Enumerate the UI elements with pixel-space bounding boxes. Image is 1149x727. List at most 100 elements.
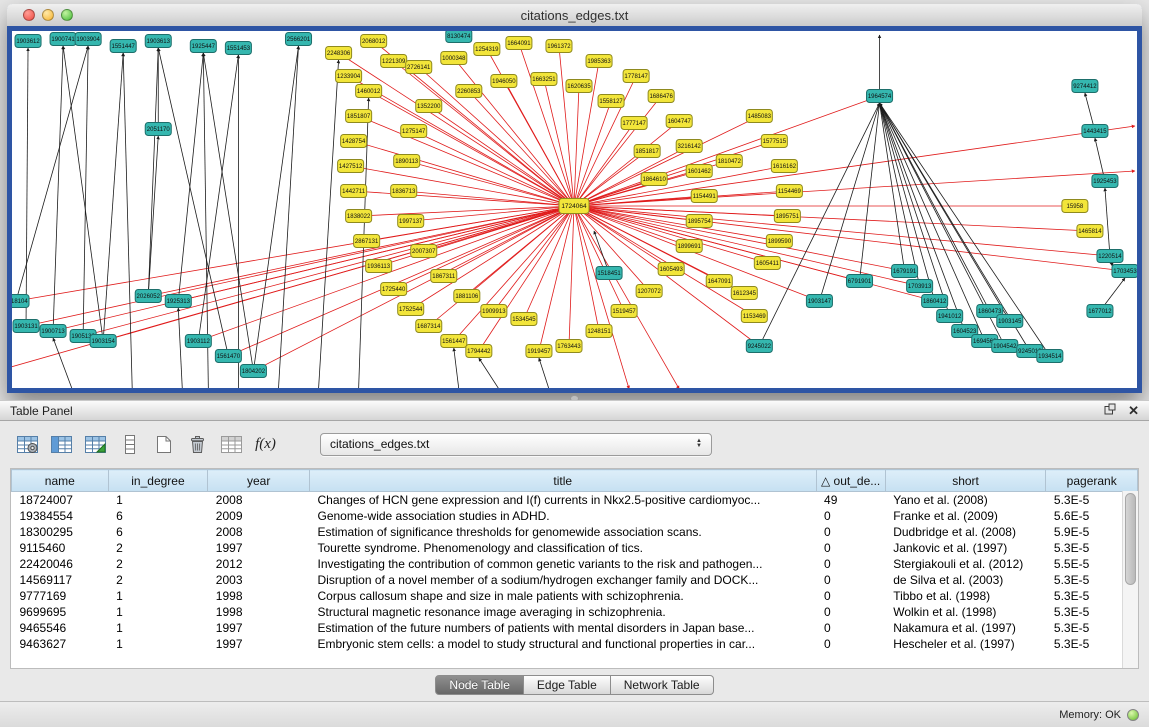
graph-node[interactable]: 1777147 bbox=[621, 117, 647, 130]
graph-node[interactable]: 1153469 bbox=[741, 310, 767, 323]
network-view-canvas[interactable]: 2248306122130927261411000348125431916640… bbox=[7, 26, 1142, 393]
graph-edge[interactable] bbox=[178, 206, 574, 301]
graph-node[interactable]: 1724064 bbox=[559, 199, 589, 214]
graph-node[interactable]: 1725440 bbox=[381, 283, 407, 296]
graph-node[interactable]: 1900741 bbox=[50, 33, 76, 46]
graph-edge[interactable] bbox=[524, 206, 574, 319]
graph-node[interactable]: 1903147 bbox=[806, 295, 832, 308]
graph-edge[interactable] bbox=[880, 103, 1050, 356]
graph-node[interactable]: 1903112 bbox=[185, 335, 211, 348]
graph-node[interactable]: 1664091 bbox=[506, 37, 532, 50]
graph-edge[interactable] bbox=[278, 46, 298, 388]
graph-node[interactable]: 1616162 bbox=[771, 160, 797, 173]
table-scrollbar[interactable] bbox=[1122, 491, 1138, 668]
graph-node[interactable]: 1561470 bbox=[215, 350, 241, 363]
graph-node[interactable]: 1860412 bbox=[922, 295, 948, 308]
graph-node[interactable]: 1925447 bbox=[190, 40, 216, 53]
column-header[interactable]: pagerank bbox=[1046, 470, 1138, 492]
graph-edge[interactable] bbox=[494, 206, 574, 311]
graph-edge[interactable] bbox=[123, 53, 132, 388]
graph-node[interactable]: 1903145 bbox=[997, 315, 1023, 328]
graph-node[interactable]: 1941012 bbox=[937, 310, 963, 323]
graph-node[interactable]: 1895751 bbox=[774, 210, 800, 223]
graph-node[interactable]: 6791901 bbox=[846, 275, 872, 288]
graph-node[interactable]: 1551453 bbox=[225, 42, 251, 55]
minimize-window-button[interactable] bbox=[42, 9, 54, 21]
graph-edge[interactable] bbox=[880, 103, 1010, 321]
graph-node[interactable]: 1154469 bbox=[776, 185, 802, 198]
graph-node[interactable]: 1275147 bbox=[401, 125, 427, 138]
graph-node[interactable]: 1763443 bbox=[556, 340, 582, 353]
graph-node[interactable]: 1604747 bbox=[666, 115, 692, 128]
graph-edge[interactable] bbox=[574, 206, 629, 388]
graph-node[interactable]: 1946050 bbox=[491, 75, 517, 88]
graph-node[interactable]: 1601462 bbox=[686, 165, 712, 178]
graph-node[interactable]: 1605411 bbox=[754, 257, 780, 270]
graph-node[interactable]: 2026052 bbox=[135, 290, 161, 303]
graph-node[interactable]: 1248151 bbox=[586, 325, 612, 338]
graph-edge[interactable] bbox=[203, 53, 253, 371]
table-source-select[interactable]: citations_edges.txt ▲▼ bbox=[320, 433, 712, 456]
table-row[interactable]: 1938455462009Genome-wide association stu… bbox=[12, 508, 1138, 524]
delete-table-icon[interactable] bbox=[218, 431, 245, 457]
graph-node[interactable]: 1518451 bbox=[596, 267, 622, 280]
graph-node[interactable]: 1221309 bbox=[381, 55, 407, 68]
column-header[interactable]: in_degree bbox=[108, 470, 208, 492]
graph-node[interactable]: 1881106 bbox=[454, 290, 480, 303]
graph-node[interactable]: 9245022 bbox=[746, 340, 772, 353]
graph-edge[interactable] bbox=[569, 206, 574, 346]
graph-node[interactable]: 1605493 bbox=[658, 263, 684, 276]
graph-node[interactable]: 1752544 bbox=[398, 303, 424, 316]
table-row[interactable]: 977716911998Corpus callosum shape and si… bbox=[12, 588, 1138, 604]
graph-node[interactable]: 1895754 bbox=[686, 215, 712, 228]
graph-edge[interactable] bbox=[860, 103, 880, 281]
graph-edge[interactable] bbox=[574, 206, 754, 316]
graph-node[interactable]: 2007307 bbox=[411, 245, 437, 258]
graph-node[interactable]: 1534545 bbox=[511, 313, 537, 326]
graph-edge[interactable] bbox=[178, 308, 182, 388]
graph-node[interactable]: 1427512 bbox=[338, 160, 364, 173]
graph-node[interactable]: 1904542 bbox=[992, 340, 1018, 353]
graph-node[interactable]: 1851817 bbox=[634, 145, 660, 158]
column-header[interactable]: name bbox=[12, 470, 109, 492]
graph-edge[interactable] bbox=[574, 86, 579, 206]
graph-node[interactable]: 1519457 bbox=[611, 305, 637, 318]
float-panel-icon[interactable] bbox=[1104, 402, 1116, 420]
graph-node[interactable]: 1903904 bbox=[75, 33, 101, 46]
graph-node[interactable]: 1903154 bbox=[90, 335, 116, 348]
graph-node[interactable]: 1867311 bbox=[431, 270, 457, 283]
new-table-icon[interactable] bbox=[150, 431, 177, 457]
function-builder-icon[interactable]: f(x) bbox=[252, 431, 279, 457]
graph-edge[interactable] bbox=[351, 166, 574, 206]
graph-node[interactable]: 1903612 bbox=[15, 35, 41, 48]
row-height-icon[interactable] bbox=[116, 431, 143, 457]
graph-node[interactable]: 1663251 bbox=[531, 73, 557, 86]
tab-node-table[interactable]: Node Table bbox=[435, 675, 524, 695]
graph-node[interactable]: 1677012 bbox=[1087, 305, 1113, 318]
graph-edge[interactable] bbox=[574, 206, 1110, 256]
graph-node[interactable]: 1890113 bbox=[394, 155, 420, 168]
graph-node[interactable]: 1899691 bbox=[676, 240, 702, 253]
graph-edge[interactable] bbox=[467, 206, 574, 296]
graph-edge[interactable] bbox=[574, 206, 599, 331]
table-row[interactable]: 946554611997Estimation of the future num… bbox=[12, 620, 1138, 636]
graph-node[interactable]: 1836713 bbox=[391, 185, 417, 198]
graph-node[interactable]: 1612345 bbox=[731, 287, 757, 300]
graph-node[interactable]: 1577515 bbox=[761, 135, 787, 148]
graph-node[interactable]: 1810472 bbox=[716, 155, 742, 168]
graph-node[interactable]: 1620635 bbox=[566, 80, 592, 93]
graph-node[interactable]: 1919457 bbox=[526, 345, 552, 358]
graph-node[interactable]: 1207072 bbox=[636, 285, 662, 298]
graph-node[interactable]: 1918104 bbox=[12, 295, 29, 308]
table-mode-icon[interactable] bbox=[14, 431, 41, 457]
graph-edge[interactable] bbox=[574, 206, 1125, 271]
column-header[interactable]: year bbox=[208, 470, 310, 492]
graph-node[interactable]: 1961372 bbox=[546, 40, 572, 53]
graph-node[interactable]: 1551447 bbox=[110, 40, 136, 53]
graph-edge[interactable] bbox=[1105, 188, 1110, 256]
graph-edge[interactable] bbox=[819, 103, 879, 301]
graph-edge[interactable] bbox=[539, 206, 574, 351]
graph-node[interactable]: 1154491 bbox=[691, 190, 717, 203]
graph-node[interactable]: 3216142 bbox=[676, 140, 702, 153]
graph-node[interactable]: 1233904 bbox=[336, 70, 362, 83]
